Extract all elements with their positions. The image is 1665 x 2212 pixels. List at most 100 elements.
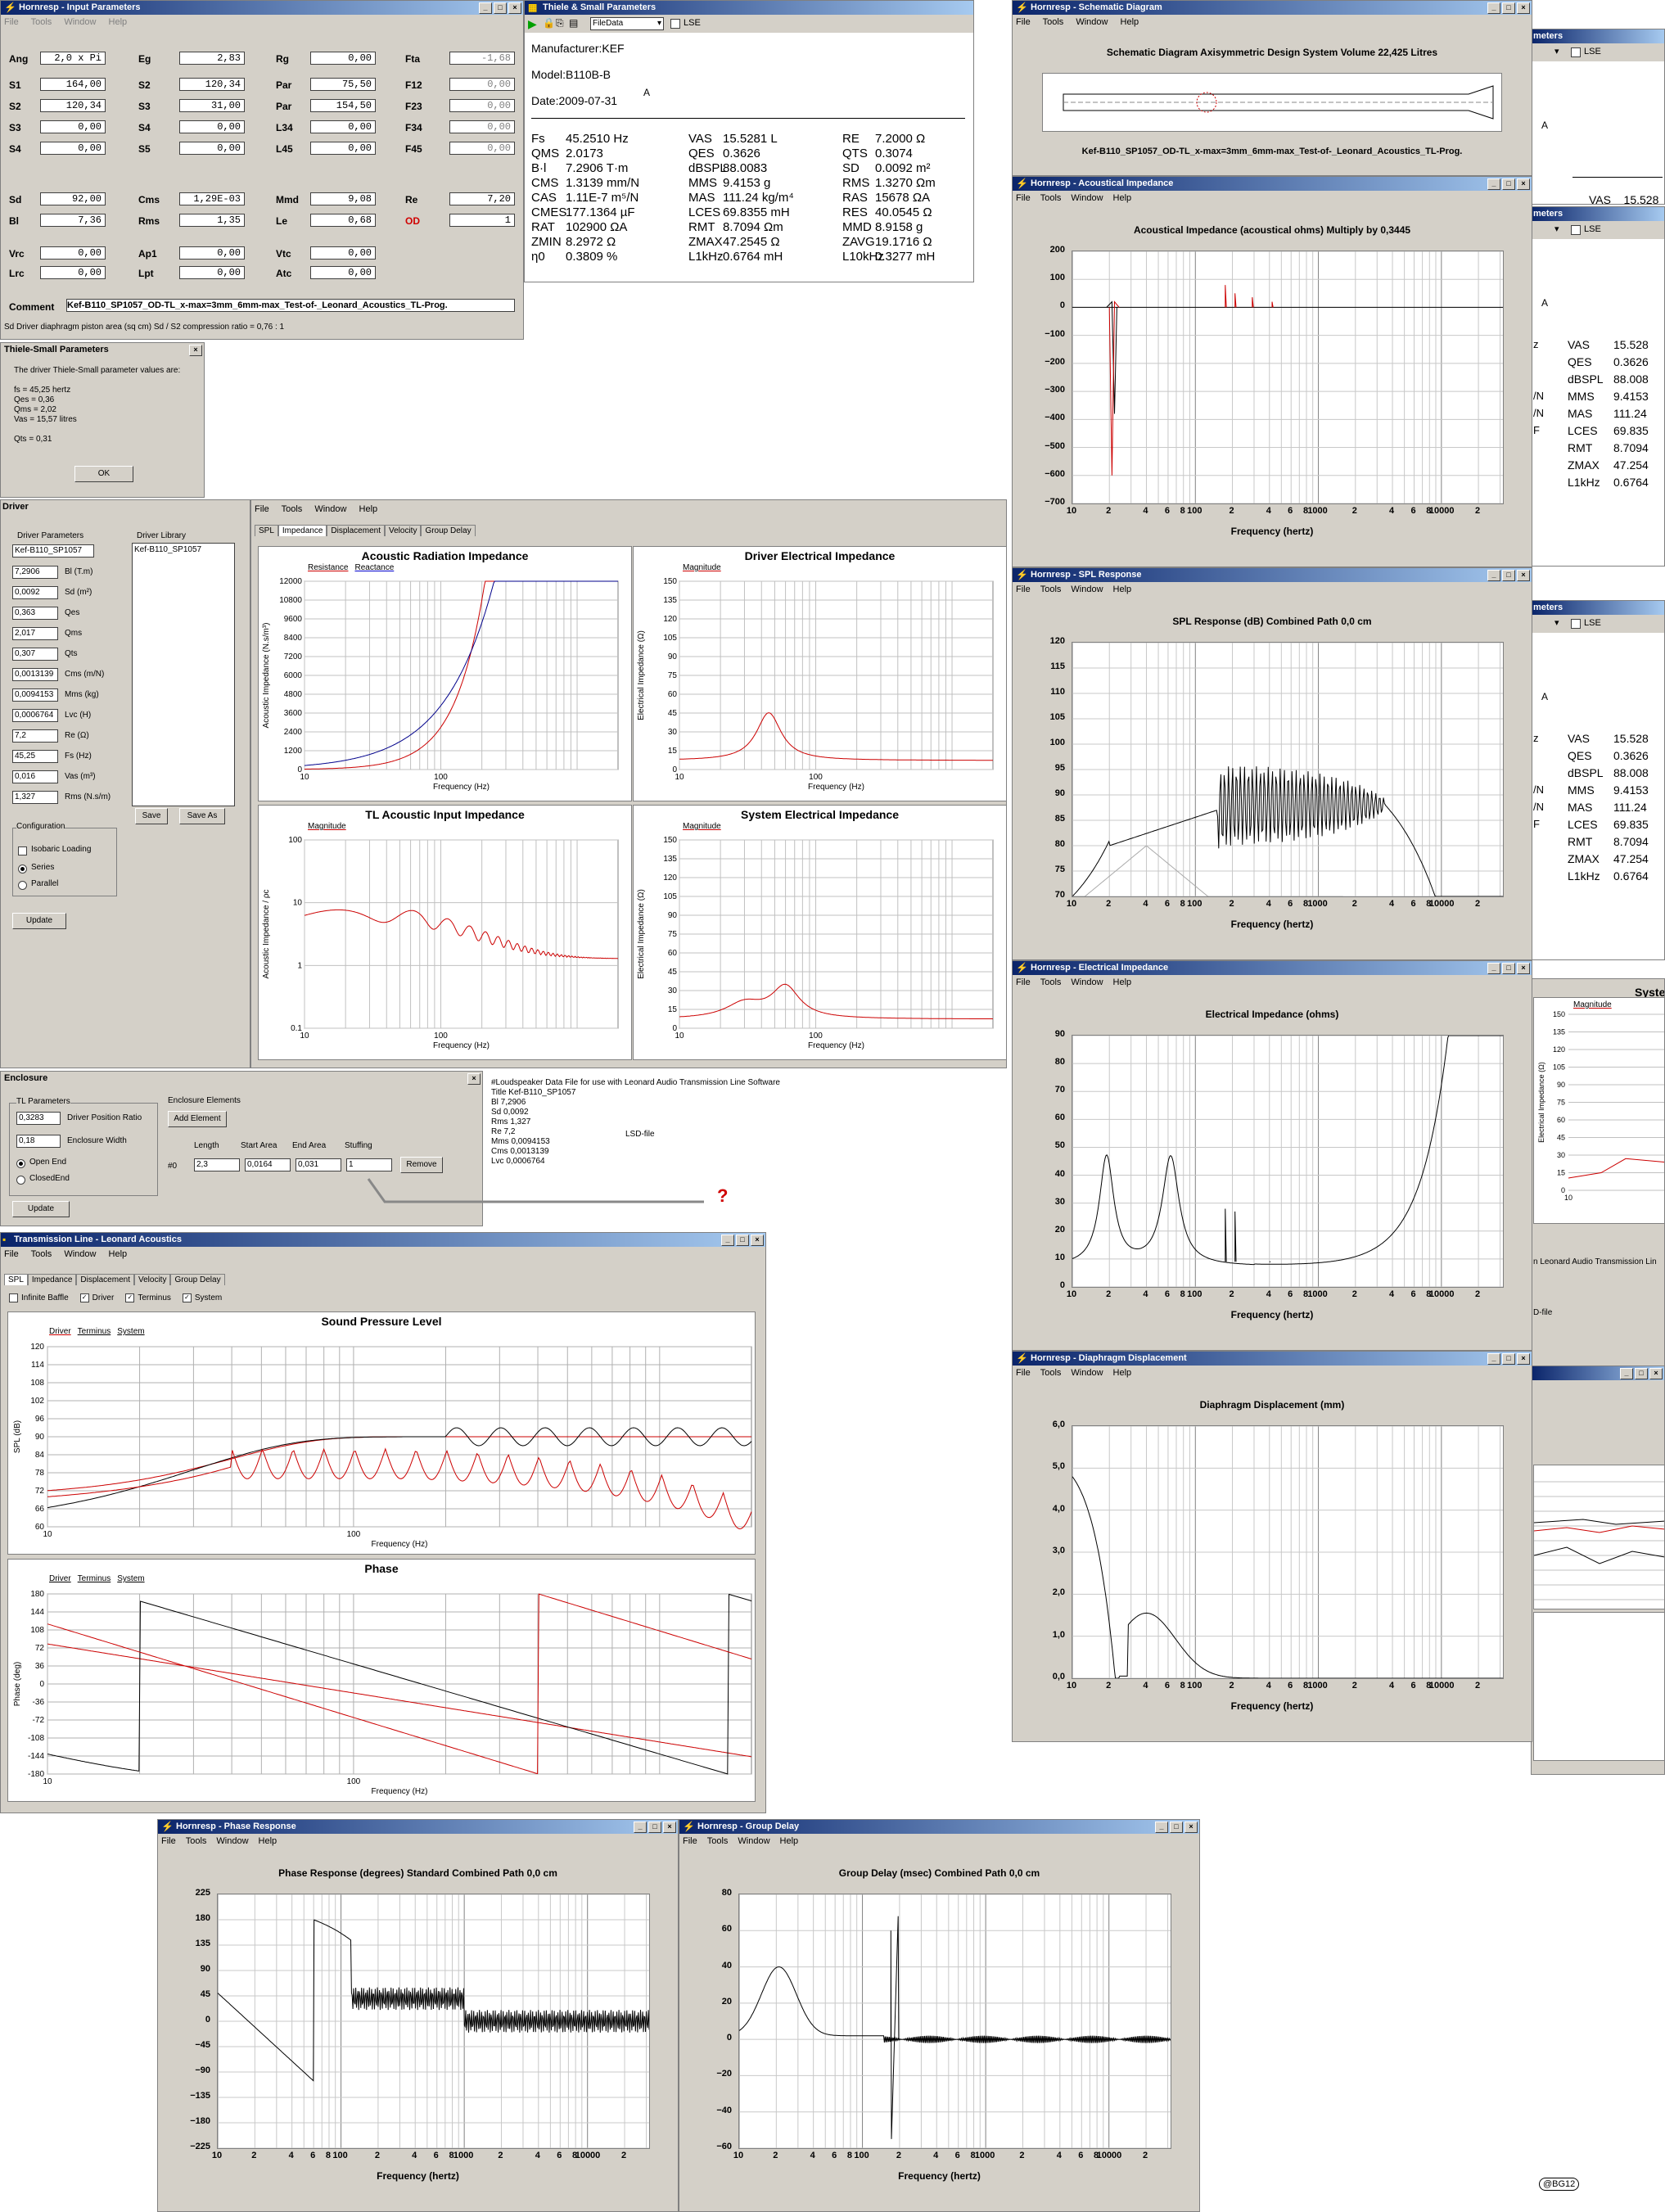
menu-window[interactable]: Window xyxy=(64,1249,96,1259)
menu-help[interactable]: Help xyxy=(1121,17,1139,27)
menu-file[interactable]: File xyxy=(4,17,19,27)
menu-tools[interactable]: Tools xyxy=(31,1249,52,1259)
menu-file[interactable]: File xyxy=(1016,977,1031,987)
open-end-radio[interactable] xyxy=(16,1159,25,1168)
driver-name-input[interactable]: Kef-B110_SP1057 xyxy=(12,544,94,558)
add-element-button[interactable]: Add Element xyxy=(168,1111,227,1127)
comment-field[interactable]: Kef-B110_SP1057_OD-TL_x-max=3mm_6mm-max_… xyxy=(66,299,515,312)
menu-file[interactable]: File xyxy=(161,1836,176,1846)
maximize-button[interactable]: □ xyxy=(648,1822,661,1833)
series-checkbox[interactable]: ✓ xyxy=(182,1293,192,1302)
menu-help[interactable]: Help xyxy=(1113,585,1132,594)
tab-group-delay[interactable]: Group Delay xyxy=(170,1274,225,1285)
param-field[interactable]: -1,68 xyxy=(449,52,515,65)
maximize-button[interactable]: □ xyxy=(1502,178,1515,190)
lock-icon[interactable]: 🔒 xyxy=(543,17,555,29)
maximize-button[interactable]: □ xyxy=(736,1235,749,1246)
maximize-button[interactable]: □ xyxy=(494,2,507,14)
maximize-button[interactable]: □ xyxy=(1635,1368,1648,1379)
menu-tools[interactable]: Tools xyxy=(707,1836,729,1846)
menu-help[interactable]: Help xyxy=(109,1249,128,1259)
tab-displacement[interactable]: Displacement xyxy=(76,1274,134,1285)
clipped-titlebar[interactable]: meters xyxy=(1532,601,1664,615)
menu-window[interactable]: Window xyxy=(1071,977,1103,987)
plot-titlebar[interactable]: ⚡ Hornresp - SPL Response _ □ × xyxy=(1013,568,1532,582)
menu-window[interactable]: Window xyxy=(314,504,346,514)
tab-spl[interactable]: SPL xyxy=(255,525,278,536)
param-field[interactable]: 0,00 xyxy=(40,246,106,260)
lse-checkbox[interactable] xyxy=(1571,47,1581,57)
param-field[interactable]: 0,00 xyxy=(40,266,106,279)
param-field[interactable]: 75,50 xyxy=(310,78,376,91)
minimize-button[interactable]: _ xyxy=(1487,178,1500,190)
series-checkbox[interactable] xyxy=(9,1293,18,1302)
param-field[interactable]: 0,00 xyxy=(310,246,376,260)
chevron-down-icon[interactable]: ▾ xyxy=(1554,223,1559,234)
param-field[interactable]: 2,83 xyxy=(179,52,245,65)
menu-tools[interactable]: Tools xyxy=(282,504,303,514)
param-field[interactable]: 0,00 xyxy=(179,142,245,155)
plot-titlebar[interactable]: ⚡ Hornresp - Electrical Impedance _ □ × xyxy=(1013,961,1532,975)
close-button[interactable]: × xyxy=(1517,2,1530,14)
input-parameters-titlebar[interactable]: ⚡ Hornresp - Input Parameters _ □ × xyxy=(1,1,523,15)
ts-titlebar[interactable]: ▦ Thiele & Small Parameters xyxy=(525,1,973,15)
close-button[interactable]: × xyxy=(1184,1822,1198,1833)
driver-param-input[interactable]: 7,2 xyxy=(12,729,58,743)
menu-tools[interactable]: Tools xyxy=(1040,977,1062,987)
maximize-button[interactable]: □ xyxy=(1502,570,1515,581)
driver-param-input[interactable]: 0,0094153 xyxy=(12,688,58,702)
param-field[interactable]: 0,00 xyxy=(449,99,515,112)
param-field[interactable]: 92,00 xyxy=(40,192,106,205)
menu-file[interactable]: File xyxy=(1016,193,1031,203)
param-field[interactable]: 0,00 xyxy=(449,78,515,91)
menu-window[interactable]: Window xyxy=(738,1836,769,1846)
enclosure-width-input[interactable]: 0,18 xyxy=(16,1135,61,1148)
library-item[interactable]: Kef-B110_SP1057 xyxy=(133,544,234,556)
lse-checkbox[interactable] xyxy=(1571,619,1581,629)
close-button[interactable]: × xyxy=(1517,178,1530,190)
param-field[interactable]: 2,0 x Pi xyxy=(40,52,106,65)
param-field[interactable]: 31,00 xyxy=(179,99,245,112)
param-field[interactable]: 120,34 xyxy=(179,78,245,91)
stuffing-input[interactable]: 1 xyxy=(346,1158,392,1171)
ok-button[interactable]: OK xyxy=(74,466,133,482)
menu-help[interactable]: Help xyxy=(1113,1368,1132,1378)
menu-help[interactable]: Help xyxy=(1113,193,1132,203)
param-field[interactable]: 7,36 xyxy=(40,214,106,227)
menu-tools[interactable]: Tools xyxy=(1043,17,1064,27)
tab-group-delay[interactable]: Group Delay xyxy=(421,525,476,536)
folder-icon[interactable]: ▤ xyxy=(569,17,578,29)
close-button[interactable]: × xyxy=(189,345,202,356)
menu-tools[interactable]: Tools xyxy=(1040,193,1062,203)
driver-param-input[interactable]: 0,307 xyxy=(12,648,58,661)
close-button[interactable]: × xyxy=(751,1235,764,1246)
menu-file[interactable]: File xyxy=(1016,1368,1031,1378)
param-field[interactable]: 0,68 xyxy=(310,214,376,227)
update-button[interactable]: Update xyxy=(12,1201,70,1217)
plot-titlebar[interactable]: ⚡ Hornresp - Phase Response _ □ × xyxy=(158,1820,678,1834)
parallel-radio[interactable] xyxy=(18,881,27,890)
close-button[interactable]: × xyxy=(663,1822,676,1833)
param-field[interactable]: 1 xyxy=(449,214,515,227)
param-field[interactable]: 154,50 xyxy=(310,99,376,112)
minimize-button[interactable]: _ xyxy=(1155,1822,1168,1833)
menu-tools[interactable]: Tools xyxy=(31,17,52,27)
save-button[interactable]: Save xyxy=(135,808,168,824)
clipped-titlebar[interactable]: meters xyxy=(1532,29,1664,43)
tab-displacement[interactable]: Displacement xyxy=(327,525,385,536)
chevron-down-icon[interactable]: ▾ xyxy=(1554,46,1559,56)
lse-checkbox[interactable] xyxy=(1571,225,1581,235)
param-field[interactable]: 0,00 xyxy=(179,266,245,279)
driver-param-input[interactable]: 45,25 xyxy=(12,750,58,763)
menu-file[interactable]: File xyxy=(683,1836,697,1846)
close-button[interactable]: × xyxy=(467,1073,481,1085)
clipped-titlebar[interactable]: meters xyxy=(1532,207,1664,221)
menu-window[interactable]: Window xyxy=(1071,1368,1103,1378)
close-button[interactable]: × xyxy=(1517,1353,1530,1365)
end-area-input[interactable]: 0,031 xyxy=(296,1158,341,1171)
save-as-button[interactable]: Save As xyxy=(179,808,225,824)
param-field[interactable]: 0,00 xyxy=(310,266,376,279)
param-field[interactable]: 0,00 xyxy=(310,120,376,133)
param-field[interactable]: 9,08 xyxy=(310,192,376,205)
minimize-button[interactable]: _ xyxy=(479,2,492,14)
